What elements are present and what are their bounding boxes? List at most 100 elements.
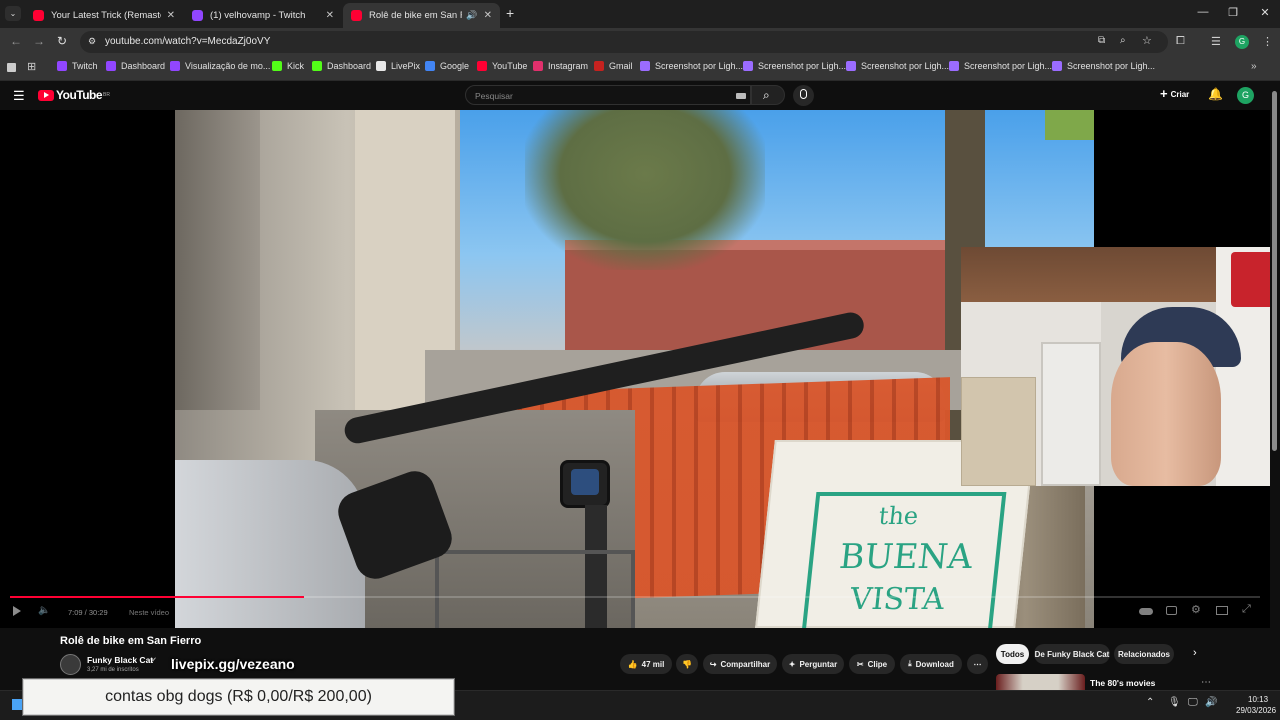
search-input[interactable]: Pesquisar [465, 85, 751, 105]
twitch-favicon-icon [192, 10, 203, 21]
close-tab-icon[interactable]: ✕ [167, 10, 175, 21]
profile-avatar[interactable]: G [1235, 35, 1249, 49]
chevron-right-icon[interactable]: › [1193, 647, 1197, 659]
bookmark-item[interactable]: YouTube [477, 61, 527, 71]
bookmark-item[interactable]: Dashboard [106, 61, 165, 71]
create-button[interactable]: + Criar [1160, 87, 1189, 100]
bookmark-item[interactable]: Gmail [594, 61, 633, 71]
tab-search-button[interactable]: ⌄ [5, 6, 21, 21]
video-frame: the BUENA VISTA [175, 110, 1094, 628]
keyboard-icon[interactable] [736, 93, 746, 99]
settings-gear-icon[interactable]: ⚙ [1191, 603, 1201, 616]
channel-avatar[interactable] [60, 654, 81, 675]
bookmark-item[interactable]: Kick [272, 61, 304, 71]
bookmark-star-icon[interactable]: ☆ [1142, 34, 1152, 47]
windows-start-icon[interactable] [12, 699, 23, 710]
chevron-up-icon[interactable]: ⌃ [1146, 697, 1154, 708]
minimize-icon[interactable]: — [1188, 6, 1218, 18]
apps-grid-icon[interactable]: ⊞ [27, 60, 36, 73]
zoom-icon[interactable]: ⌕ [1120, 35, 1126, 46]
chip-todos[interactable]: Todos [996, 644, 1029, 664]
forward-icon[interactable]: → [33, 34, 45, 48]
more-bookmarks-icon[interactable]: » [1251, 61, 1257, 72]
bookmark-item[interactable]: Screenshot por Ligh... [743, 61, 846, 71]
bookmark-item[interactable]: Screenshot por Ligh... [640, 61, 743, 71]
chip-from-channel[interactable]: De Funky Black Cat [1034, 644, 1110, 664]
share-button[interactable]: ↪ Compartilhar [703, 654, 777, 674]
clip-button[interactable]: ✂ Clipe [849, 654, 895, 674]
speaker-icon[interactable]: 🔊 [466, 10, 477, 21]
chip-related[interactable]: Relacionados [1114, 644, 1174, 664]
subtitles-icon[interactable] [1166, 606, 1177, 615]
tab-twitch[interactable]: (1) velhovamp - Twitch ✕ [184, 3, 342, 28]
tab-your-latest-trick[interactable]: Your Latest Trick (Remastered 1 ✕ [25, 3, 183, 28]
volume-icon[interactable]: 🔊 [1205, 697, 1217, 708]
bookmark-item[interactable]: Screenshot por Ligh... [1052, 61, 1155, 71]
close-tab-icon[interactable]: ✕ [484, 10, 492, 21]
microphone-icon[interactable]: 🎙 [1168, 697, 1181, 708]
reload-icon[interactable]: ↻ [57, 34, 67, 48]
bookmark-item[interactable]: Google [425, 61, 469, 71]
bookmark-favicon-icon [272, 61, 282, 71]
fullscreen-icon[interactable]: ⤢ [1242, 603, 1251, 616]
clock-time[interactable]: 10:13 [1248, 695, 1268, 704]
new-tab-button[interactable]: + [506, 5, 514, 21]
voice-search-button[interactable] [793, 85, 814, 106]
recommended-title[interactable]: The 80's movies [1090, 678, 1155, 688]
more-menu-icon[interactable]: ⋮ [1262, 35, 1273, 48]
sidebar-icon[interactable] [7, 63, 16, 72]
more-actions-button[interactable]: ⋯ [967, 654, 988, 674]
volume-icon[interactable]: 🔈 [38, 605, 50, 616]
bookmark-label: YouTube [492, 61, 528, 71]
dislike-button[interactable]: 👎 [676, 654, 698, 674]
close-tab-icon[interactable]: ✕ [326, 10, 334, 21]
page-scrollbar[interactable] [1271, 85, 1277, 685]
bookmark-item[interactable]: LivePix [376, 61, 420, 71]
video-player[interactable]: the BUENA VISTA 🔈 7:09 / 30:29 Neste víd… [0, 110, 1270, 628]
bookmark-label: Google [440, 61, 470, 71]
autoplay-toggle[interactable] [1139, 608, 1153, 615]
progress-bar[interactable] [10, 596, 1260, 598]
install-app-icon[interactable]: ⧉ [1098, 35, 1105, 46]
clock-date[interactable]: 29/03/2026 [1236, 706, 1276, 715]
reading-list-icon[interactable]: ☰ [1211, 35, 1221, 48]
bookmark-item[interactable]: Dashboard [312, 61, 371, 71]
site-info-icon[interactable]: ⚙ [88, 36, 96, 47]
download-button[interactable]: ⤓ Download [900, 654, 962, 674]
restore-icon[interactable]: ❐ [1218, 6, 1248, 19]
bookmark-item[interactable]: Instagram [533, 61, 588, 71]
tab-role-de-bike[interactable]: Rolê de bike em San Fierro 🔊 ✕ [343, 3, 500, 28]
notifications-bell-icon[interactable]: 🔔 [1208, 87, 1223, 101]
download-icon: ⤓ [908, 659, 912, 668]
bookmark-item[interactable]: Screenshot por Ligh... [846, 61, 949, 71]
donation-text: contas obg dogs (R$ 0,00/R$ 200,00) [105, 688, 372, 705]
extensions-icon[interactable]: ⧠ [1176, 35, 1185, 48]
recommended-more-icon[interactable]: ⋯ [1201, 677, 1211, 688]
play-icon[interactable] [13, 606, 21, 616]
bookmark-item[interactable]: Twitch [57, 61, 98, 71]
share-icon: ↪ [709, 659, 717, 669]
bookmark-favicon-icon [533, 61, 543, 71]
avatar[interactable]: G [1237, 87, 1254, 104]
bookmark-item[interactable]: Visualização de mo... [170, 61, 270, 71]
address-bar[interactable]: ⚙ youtube.com/watch?v=MecdaZj0oVY ⧉ ⌕ ☆ [80, 31, 1168, 53]
bookmark-item[interactable]: Screenshot por Ligh... [949, 61, 1052, 71]
youtube-logo-text: YouTube [56, 88, 103, 102]
close-window-icon[interactable]: ✕ [1250, 6, 1280, 19]
scissors-icon: ✂ [856, 659, 864, 669]
browser-toolbar: ← → ↻ ⚙ youtube.com/watch?v=MecdaZj0oVY … [0, 28, 1280, 56]
channel-name[interactable]: Funky Black Cat [87, 655, 153, 665]
chapter-label[interactable]: Neste vídeo [129, 608, 169, 617]
back-icon[interactable]: ← [10, 34, 22, 48]
microphone-icon [800, 89, 807, 99]
bookmark-favicon-icon [594, 61, 604, 71]
ask-button[interactable]: ✦ Perguntar [782, 654, 844, 674]
display-icon[interactable]: 🖵 [1188, 697, 1198, 708]
sign-text: the [877, 502, 920, 530]
like-button[interactable]: 👍 47 mil [620, 654, 672, 674]
hamburger-menu-icon[interactable]: ☰ [13, 88, 25, 104]
youtube-logo[interactable]: YouTube BR [38, 88, 110, 102]
search-button[interactable]: ⌕ [751, 85, 785, 105]
like-count: 47 mil [641, 659, 665, 669]
theater-mode-icon[interactable] [1216, 606, 1228, 615]
